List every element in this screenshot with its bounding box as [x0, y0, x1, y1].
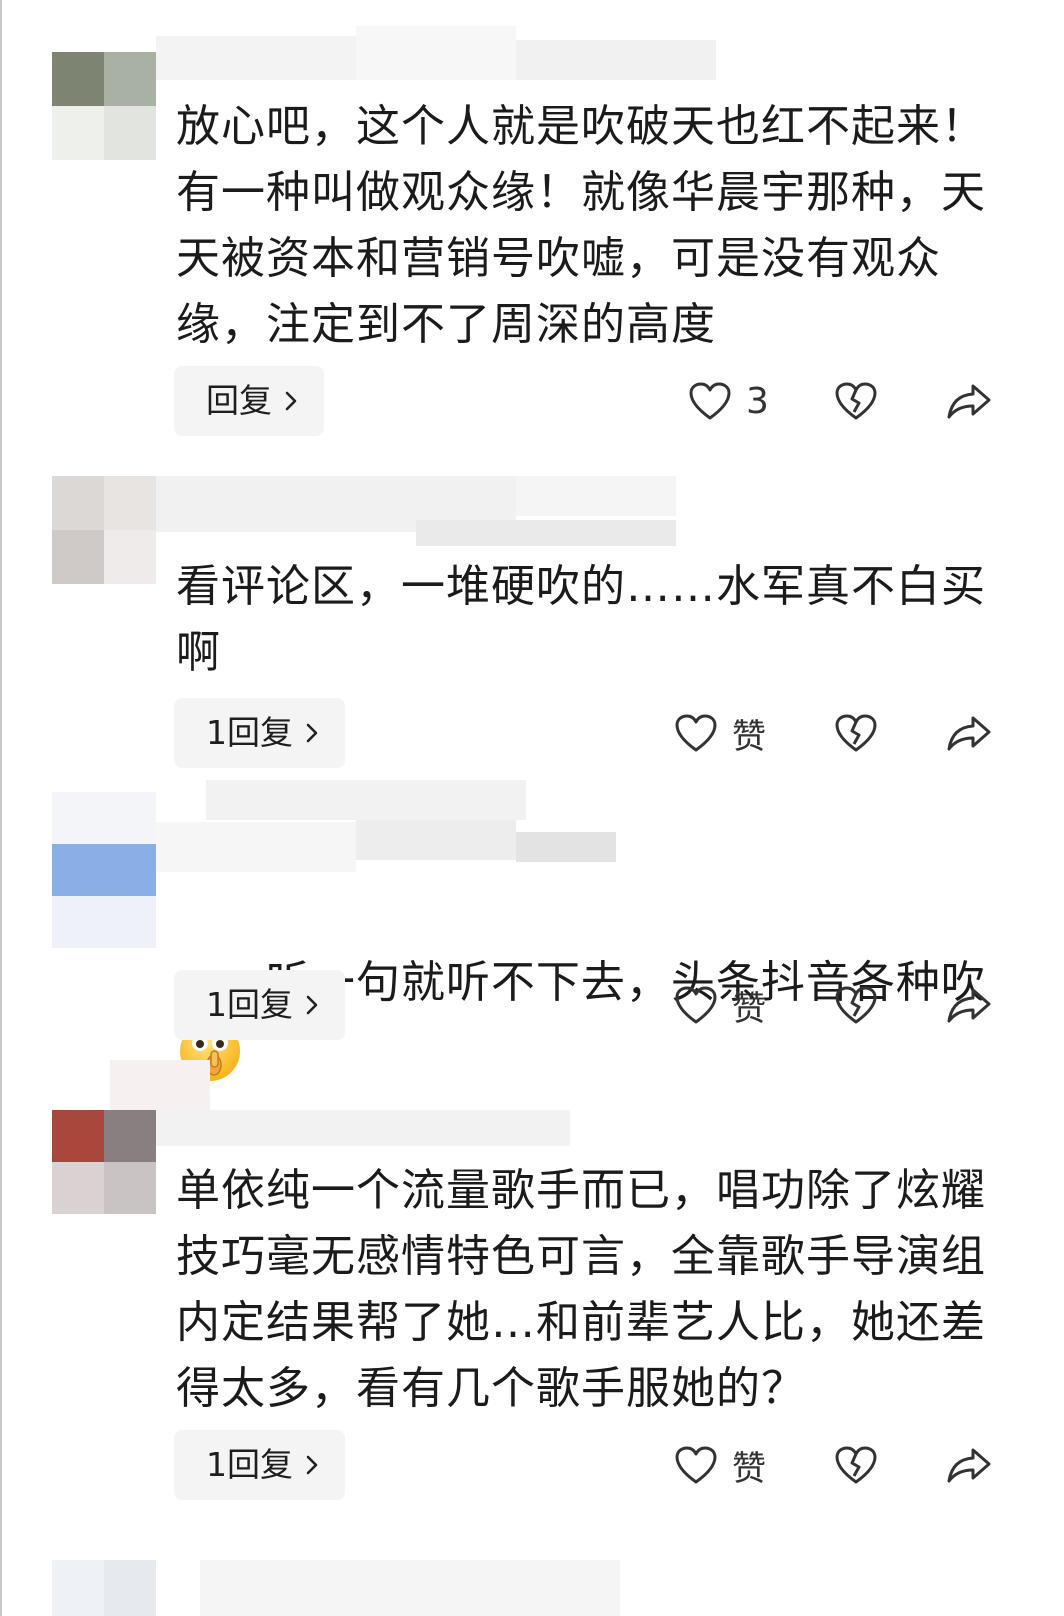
reply-button[interactable]: 回复 — [174, 366, 324, 436]
comment-text: 单依纯一个流量歌手而已，唱功除了炫耀技巧毫无感情特色可言，全靠歌手导演组内定结果… — [176, 1165, 986, 1414]
heart-outline-icon — [675, 714, 717, 752]
share-arrow-icon — [947, 384, 991, 419]
reply-label: 回复 — [206, 381, 272, 420]
share-arrow-icon — [947, 988, 991, 1023]
broken-heart-icon — [835, 986, 877, 1024]
share-button[interactable] — [946, 970, 992, 1040]
share-button[interactable] — [946, 366, 992, 436]
dislike-button[interactable] — [834, 366, 878, 436]
chevron-right-icon — [285, 391, 297, 411]
like-label: 赞 — [732, 716, 766, 757]
reply-label: 1回复 — [206, 985, 293, 1024]
share-arrow-icon — [947, 716, 991, 751]
comment-actions: 赞 — [670, 1430, 1000, 1500]
chevron-right-icon — [306, 1455, 318, 1475]
heart-outline-icon — [689, 382, 731, 420]
broken-heart-icon — [835, 1446, 877, 1484]
reply-button[interactable]: 1回复 — [174, 698, 345, 768]
like-button[interactable]: 赞 — [674, 1430, 766, 1500]
chevron-right-icon — [306, 995, 318, 1015]
like-button[interactable]: 赞 — [674, 698, 766, 768]
comment-feed: 放心吧，这个人就是吹破天也红不起来！有一种叫做观众缘！就像华晨宇那种，天天被资本… — [0, 0, 1064, 1616]
share-arrow-icon — [947, 1448, 991, 1483]
comment-actions: 3 — [670, 366, 1000, 436]
reply-button[interactable]: 1回复 — [174, 970, 345, 1040]
username-redacted[interactable] — [156, 780, 616, 876]
comment-actions: 赞 — [670, 698, 1000, 768]
username-redacted[interactable] — [110, 1060, 570, 1150]
like-button[interactable]: 赞 — [674, 970, 766, 1040]
avatar[interactable] — [52, 476, 156, 584]
chevron-right-icon — [306, 723, 318, 743]
avatar[interactable] — [52, 792, 156, 952]
like-label: 赞 — [732, 988, 766, 1029]
broken-heart-icon — [835, 714, 877, 752]
comment-text: 看评论区，一堆硬吹的……水军真不白买啊 — [176, 561, 986, 678]
like-button[interactable]: 3 — [688, 366, 769, 436]
dislike-button[interactable] — [834, 698, 878, 768]
share-button[interactable] — [946, 1430, 992, 1500]
comment-actions: 赞 — [670, 970, 1000, 1040]
comment-text: 听一句就听不下去，头条抖音各种吹 — [176, 884, 1016, 1081]
comment-text: 放心吧，这个人就是吹破天也红不起来！有一种叫做观众缘！就像华晨宇那种，天天被资本… — [176, 101, 986, 350]
heart-outline-icon — [675, 986, 717, 1024]
heart-outline-icon — [675, 1446, 717, 1484]
username-redacted[interactable] — [156, 476, 676, 546]
reply-label: 1回复 — [206, 1445, 293, 1484]
reply-button[interactable]: 1回复 — [174, 1430, 345, 1500]
dislike-button[interactable] — [834, 970, 878, 1040]
username-redacted[interactable] — [156, 26, 716, 84]
avatar[interactable] — [52, 52, 156, 160]
next-comment-avatar[interactable] — [52, 1560, 156, 1616]
like-count: 3 — [746, 380, 769, 422]
dislike-button[interactable] — [834, 1430, 878, 1500]
left-border — [0, 0, 2, 1616]
broken-heart-icon — [835, 382, 877, 420]
like-label: 赞 — [732, 1448, 766, 1489]
next-username-redacted[interactable] — [200, 1560, 620, 1616]
share-button[interactable] — [946, 698, 992, 768]
reply-label: 1回复 — [206, 713, 293, 752]
